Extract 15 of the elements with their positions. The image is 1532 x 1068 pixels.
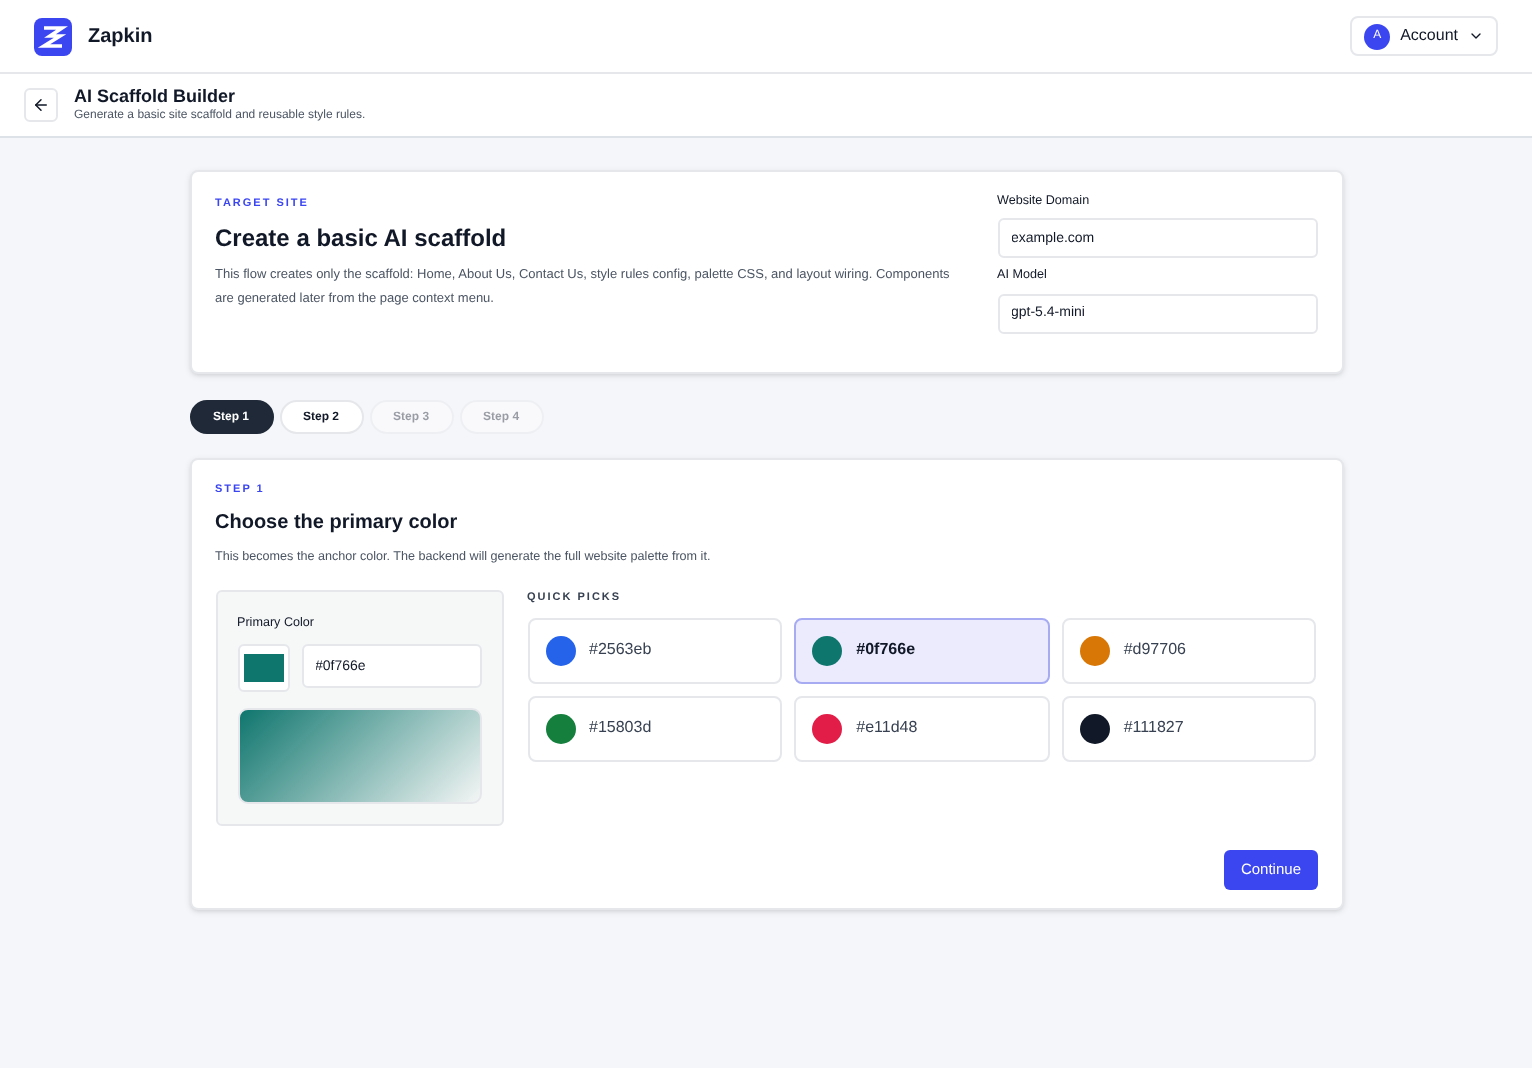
logo-icon <box>34 17 72 55</box>
color-option[interactable]: #e11d48 <box>794 695 1050 762</box>
color-option[interactable]: #111827 <box>1061 695 1317 762</box>
color-option[interactable]: #0f766e <box>794 617 1050 684</box>
page-title: AI Scaffold Builder <box>74 84 238 108</box>
color-option[interactable]: #2563eb <box>527 617 783 684</box>
color-option[interactable]: #d97706 <box>1061 617 1317 684</box>
back-button[interactable] <box>24 88 58 122</box>
brand-name: Zapkin <box>88 23 153 51</box>
color-option[interactable]: #15803d <box>527 695 783 762</box>
card-title: Create a basic AI scaffold <box>215 222 509 257</box>
card-title: Choose the primary color <box>215 510 460 539</box>
back-icon <box>32 96 50 114</box>
color-swatch[interactable] <box>237 644 289 693</box>
chevron-down-icon <box>1468 28 1484 44</box>
